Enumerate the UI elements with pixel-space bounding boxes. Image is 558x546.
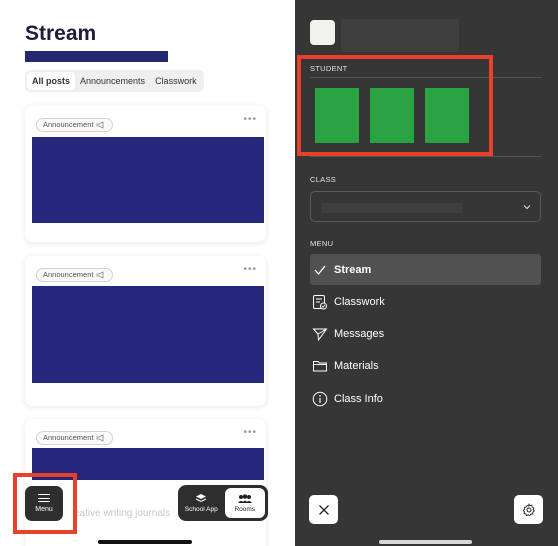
menu-item-messages[interactable]: Messages xyxy=(310,318,541,349)
badge-label: Announcement xyxy=(43,120,94,129)
menu-section-label: MENU xyxy=(310,239,334,248)
menu-item-label: Messages xyxy=(334,327,385,340)
post-card[interactable]: Announcement ••• xyxy=(25,106,266,242)
close-icon xyxy=(318,504,329,515)
classwork-icon xyxy=(312,294,328,310)
post-image xyxy=(32,286,264,383)
post-image xyxy=(32,137,264,223)
menu-item-stream[interactable]: Stream xyxy=(310,254,541,285)
menu-item-label: Stream xyxy=(334,263,372,276)
megaphone-icon xyxy=(97,121,104,129)
tab-announcements[interactable]: Announcements xyxy=(75,72,150,90)
highlight-box-student xyxy=(297,55,493,156)
divider xyxy=(310,156,541,157)
badge-label: Announcement xyxy=(43,433,94,442)
drawer-menu: STUDENT CLASS MENU Stream Classwork Mess… xyxy=(295,0,558,546)
menu-item-class-info[interactable]: Class Info xyxy=(310,383,541,414)
menu-item-materials[interactable]: Materials xyxy=(310,350,541,381)
badge-label: Announcement xyxy=(43,270,94,279)
post-card[interactable]: Announcement ••• xyxy=(25,256,266,406)
chevron-down-icon xyxy=(523,205,531,210)
send-icon xyxy=(312,326,328,342)
more-options-icon[interactable]: ••• xyxy=(243,264,257,275)
menu-item-label: Class Info xyxy=(334,392,383,405)
stream-screen: Stream All posts Announcements Classwork… xyxy=(0,0,291,546)
page-title: Stream xyxy=(25,22,97,45)
announcement-badge: Announcement xyxy=(36,431,114,445)
class-section-label: CLASS xyxy=(310,175,337,184)
rooms-button[interactable]: Rooms xyxy=(224,488,265,518)
app-switcher: School App Rooms xyxy=(178,485,268,521)
layers-icon xyxy=(196,494,207,503)
menu-item-label: Materials xyxy=(334,359,379,372)
settings-button[interactable] xyxy=(514,495,543,524)
menu-item-label: Classwork xyxy=(334,295,385,308)
tab-all-posts[interactable]: All posts xyxy=(27,72,76,90)
check-icon xyxy=(312,262,328,278)
more-options-icon[interactable]: ••• xyxy=(243,114,257,125)
school-app-label: School App xyxy=(184,506,218,513)
class-select[interactable] xyxy=(310,191,541,222)
more-options-icon[interactable]: ••• xyxy=(243,427,257,438)
avatar[interactable] xyxy=(310,20,335,45)
menu-item-classwork[interactable]: Classwork xyxy=(310,286,541,317)
user-name-redacted xyxy=(341,19,459,52)
class-name-redacted xyxy=(25,51,168,62)
close-button[interactable] xyxy=(309,495,338,524)
home-indicator xyxy=(379,540,472,544)
rooms-label: Rooms xyxy=(234,505,256,513)
megaphone-icon xyxy=(97,434,104,442)
highlight-box-menu xyxy=(13,473,77,534)
home-indicator xyxy=(98,540,192,544)
post-text-partial: eative writing journals xyxy=(74,508,171,519)
announcement-badge: Announcement xyxy=(36,268,114,282)
gear-icon xyxy=(522,502,535,516)
filter-tabs: All posts Announcements Classwork xyxy=(25,70,204,92)
tab-classwork[interactable]: Classwork xyxy=(150,72,202,90)
people-icon xyxy=(237,493,252,503)
school-app-button[interactable]: School App xyxy=(181,488,222,518)
info-icon xyxy=(312,391,328,407)
announcement-badge: Announcement xyxy=(36,118,114,132)
megaphone-icon xyxy=(97,271,104,279)
folder-icon xyxy=(312,358,328,374)
class-name-redacted xyxy=(322,203,462,213)
